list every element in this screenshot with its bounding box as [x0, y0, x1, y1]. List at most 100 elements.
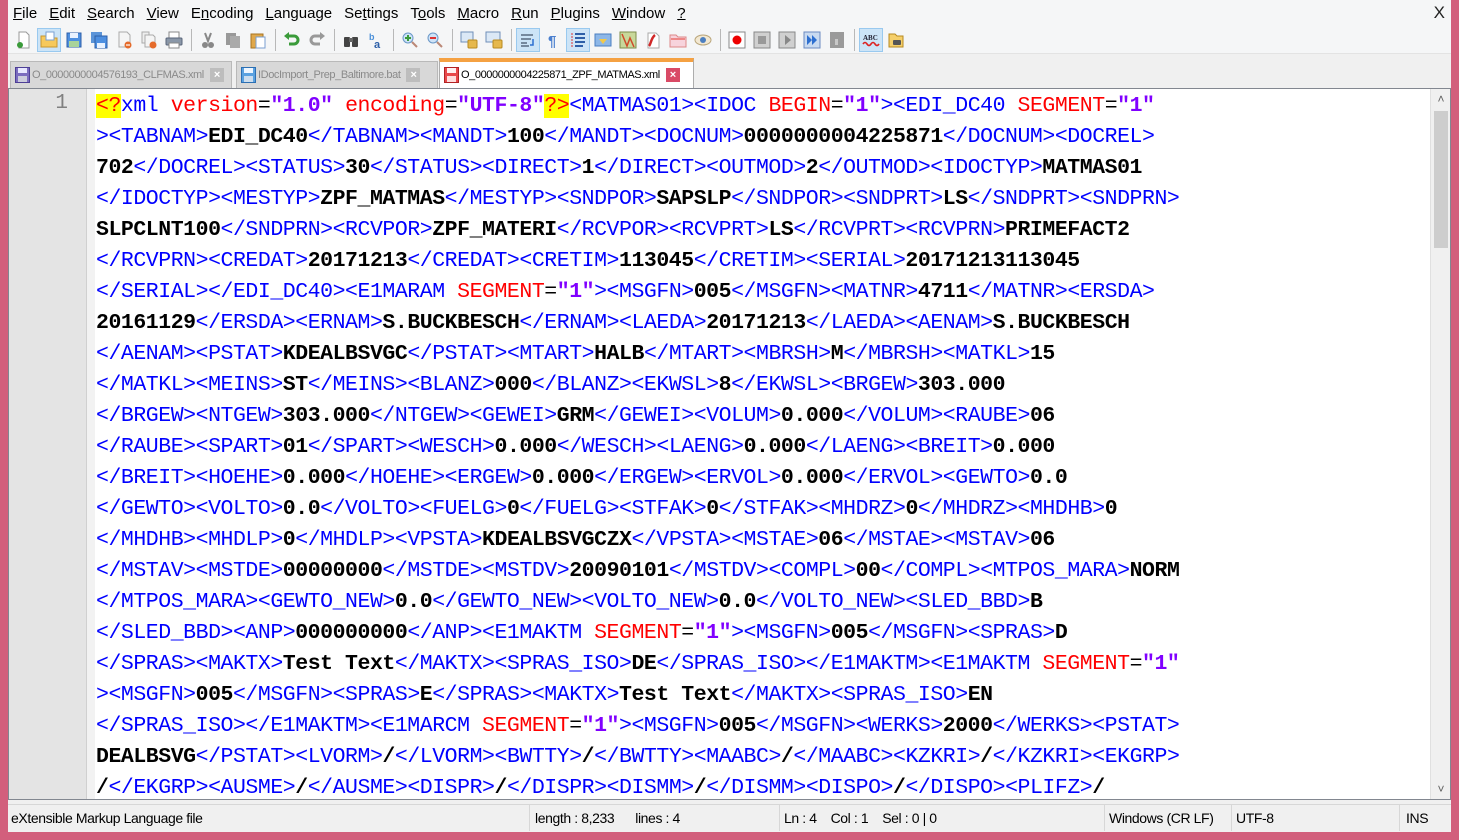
redo-button[interactable] — [305, 28, 329, 52]
toolbar-separator — [452, 28, 453, 51]
menu-search[interactable]: Search — [81, 0, 141, 27]
toolbar-separator — [191, 28, 192, 51]
token-val: "1" — [581, 714, 620, 738]
token-tag: </MHDRZ><MHDHB> — [917, 497, 1105, 521]
scroll-thumb[interactable] — [1434, 111, 1448, 248]
token-txt: 0.000 — [780, 404, 844, 428]
token-txt: / — [693, 776, 707, 800]
menu-tools[interactable]: Tools — [404, 0, 451, 27]
indent-guide-button[interactable] — [566, 27, 590, 52]
scroll-down-icon[interactable]: ˅ — [1431, 779, 1450, 799]
token-tag: </WERKS><PSTAT> — [992, 714, 1180, 738]
replace-button[interactable]: ba — [364, 28, 388, 52]
copy-button[interactable] — [221, 28, 245, 52]
menu-language[interactable]: Language — [259, 0, 338, 27]
zoom-out-button[interactable] — [423, 28, 447, 52]
code-line: </MTPOS_MARA><GEWTO_NEW>0.0</GEWTO_NEW><… — [96, 587, 1426, 618]
folder-as-workspace-button[interactable] — [666, 28, 690, 52]
menu-edit[interactable]: Edit — [43, 0, 81, 27]
save-macro-button[interactable] — [825, 28, 849, 52]
token-tag: </BRGEW><NTGEW> — [96, 404, 283, 428]
token-txt: HALB — [594, 342, 644, 366]
token-tag: ><MSGFN> — [594, 280, 694, 304]
show-all-chars-button[interactable]: ¶ — [541, 28, 565, 52]
spell-check-button[interactable]: ABC — [859, 27, 883, 52]
tab-close-icon[interactable]: × — [665, 68, 680, 82]
menu-encoding[interactable]: Encoding — [185, 0, 260, 27]
play-macro-button[interactable] — [775, 28, 799, 52]
run-macro-multiple-button[interactable] — [800, 28, 824, 52]
token-txt: 000000000 — [295, 621, 408, 645]
zoom-in-button[interactable] — [398, 28, 422, 52]
save-button[interactable] — [62, 28, 86, 52]
editor[interactable]: 1 <?xml version="1.0" encoding="UTF-8"?>… — [8, 88, 1451, 800]
code-line: </SPRAS><MAKTX>Test Text</MAKTX><SPRAS_I… — [96, 649, 1426, 680]
sync-horizontal-button[interactable] — [482, 28, 506, 52]
menu-settings[interactable]: Settings — [338, 0, 404, 27]
menu-view[interactable]: View — [141, 0, 185, 27]
token-eq: = — [1129, 652, 1143, 676]
pilcrow-icon: ¶ — [544, 31, 562, 49]
token-txt: / — [980, 745, 993, 769]
tab-zpf-matmas[interactable]: O_0000000004225871_ZPF_MATMAS.xml × — [439, 58, 694, 88]
svg-text:ABC: ABC — [863, 34, 878, 42]
word-wrap-button[interactable] — [516, 27, 540, 52]
udl-icon — [594, 31, 612, 49]
token-txt: 0.0 — [394, 590, 433, 614]
token-attr: SEGMENT — [457, 280, 545, 304]
fold-margin[interactable] — [87, 89, 95, 799]
token-txt: 00000000 — [282, 559, 383, 583]
menu-macro[interactable]: Macro — [451, 0, 505, 27]
word-wrap-icon — [519, 31, 537, 49]
save-all-button[interactable] — [87, 28, 111, 52]
menu-plugins[interactable]: Plugins — [545, 0, 606, 27]
open-file-button[interactable] — [37, 27, 61, 52]
tab-clfmas[interactable]: O_0000000004576193_CLFMAS.xml × — [10, 61, 232, 88]
code-text[interactable]: <?xml version="1.0" encoding="UTF-8"?><M… — [96, 91, 1426, 800]
stop-recording-button[interactable] — [750, 28, 774, 52]
monitoring-button[interactable] — [691, 28, 715, 52]
token-eq: = — [830, 94, 844, 118]
close-button[interactable] — [112, 28, 136, 52]
code-line: </RAUBE><SPART>01</SPART><WESCH>0.000</W… — [96, 432, 1426, 463]
close-window-button[interactable]: X — [1434, 3, 1445, 23]
close-all-button[interactable] — [137, 28, 161, 52]
find-button[interactable] — [339, 28, 363, 52]
paste-button[interactable] — [246, 28, 270, 52]
undo-button[interactable] — [280, 28, 304, 52]
vertical-scrollbar[interactable]: ˄ ˅ — [1430, 89, 1450, 799]
user-defined-language-button[interactable] — [591, 28, 615, 52]
menu-file[interactable]: File — [8, 0, 43, 27]
line-number: 1 — [55, 92, 68, 115]
token-tag: </DISPR><DISMM> — [506, 776, 694, 800]
menu-window[interactable]: Window — [606, 0, 671, 27]
token-txt: EDI_DC40 — [208, 125, 308, 149]
spell-check-icon: ABC — [862, 31, 880, 49]
document-map-button[interactable] — [616, 28, 640, 52]
token-txt: / — [893, 776, 906, 800]
sync-vertical-button[interactable] — [457, 28, 481, 52]
cut-button[interactable] — [196, 28, 220, 52]
token-tag: </MAKTX><SPRAS_ISO> — [731, 683, 968, 707]
menu-run[interactable]: Run — [505, 0, 545, 27]
function-list-button[interactable] — [641, 28, 665, 52]
token-tag: </BLANZ><EKWSL> — [531, 373, 719, 397]
code-line: ><TABNAM>EDI_DC40</TABNAM><MANDT>100</MA… — [96, 122, 1426, 153]
token-tag: </DOCNUM><DOCREL> — [942, 125, 1155, 149]
menu-help[interactable]: ? — [671, 0, 691, 27]
token-txt: 100 — [506, 125, 545, 149]
tab-idocimport[interactable]: IDocImport_Prep_Baltimore.bat × — [236, 61, 438, 88]
code-line: <?xml version="1.0" encoding="UTF-8"?><M… — [96, 91, 1426, 122]
status-eol: Windows (CR LF) — [1105, 805, 1232, 831]
token-txt: 8 — [718, 373, 732, 397]
status-insert-mode: INS — [1406, 810, 1429, 826]
record-macro-button[interactable] — [725, 28, 749, 52]
tab-close-icon[interactable]: × — [209, 68, 224, 82]
token-tag: ><MSGFN> — [619, 714, 719, 738]
scroll-up-icon[interactable]: ˄ — [1431, 89, 1450, 109]
token-txt: / — [1092, 776, 1105, 800]
new-file-button[interactable] — [12, 28, 36, 52]
tab-close-icon[interactable]: × — [406, 68, 421, 82]
print-button[interactable] — [162, 28, 186, 52]
explorer-button[interactable] — [884, 28, 908, 52]
